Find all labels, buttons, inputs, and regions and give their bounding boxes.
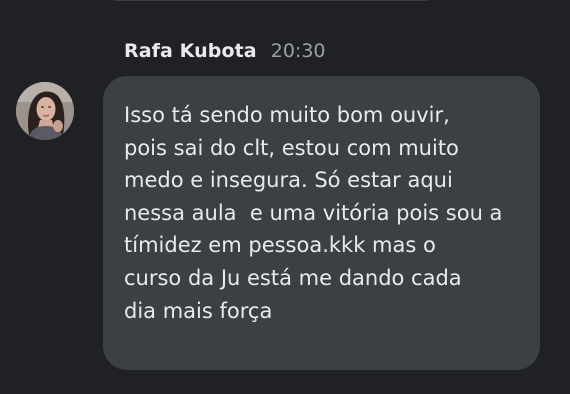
sender-name: Rafa Kubota — [124, 40, 257, 62]
avatar-photo-icon — [16, 82, 74, 140]
previous-message-bubble — [103, 0, 439, 1]
message-bubble[interactable]: Isso tá sendo muito bom ouvir, pois sai … — [103, 76, 540, 370]
message-header: Rafa Kubota 20:30 — [124, 40, 326, 68]
sender-avatar[interactable] — [16, 82, 74, 140]
message-timestamp: 20:30 — [270, 40, 326, 62]
message-text: Isso tá sendo muito bom ouvir, pois sai … — [124, 103, 503, 323]
